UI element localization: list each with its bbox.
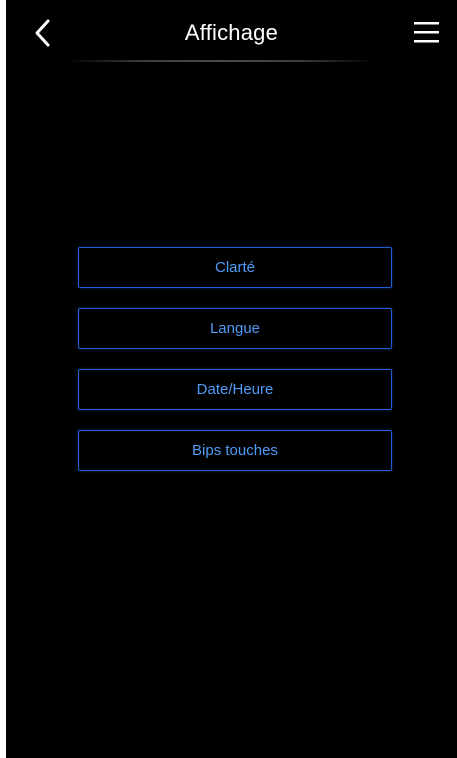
header-divider: [66, 60, 376, 62]
page-title: Affichage: [184, 20, 279, 45]
display-settings-screen: Affichage Clarté Langue Date/Heure Bips …: [6, 0, 457, 758]
top-bar: Affichage: [6, 0, 457, 68]
settings-menu-list: Clarté Langue Date/Heure Bips touches: [78, 247, 392, 491]
key-beeps-button[interactable]: Bips touches: [78, 430, 392, 471]
hamburger-menu-icon: [414, 22, 439, 43]
brightness-button[interactable]: Clarté: [78, 247, 392, 288]
date-time-button[interactable]: Date/Heure: [78, 369, 392, 410]
menu-button[interactable]: [412, 20, 442, 46]
language-button[interactable]: Langue: [78, 308, 392, 349]
